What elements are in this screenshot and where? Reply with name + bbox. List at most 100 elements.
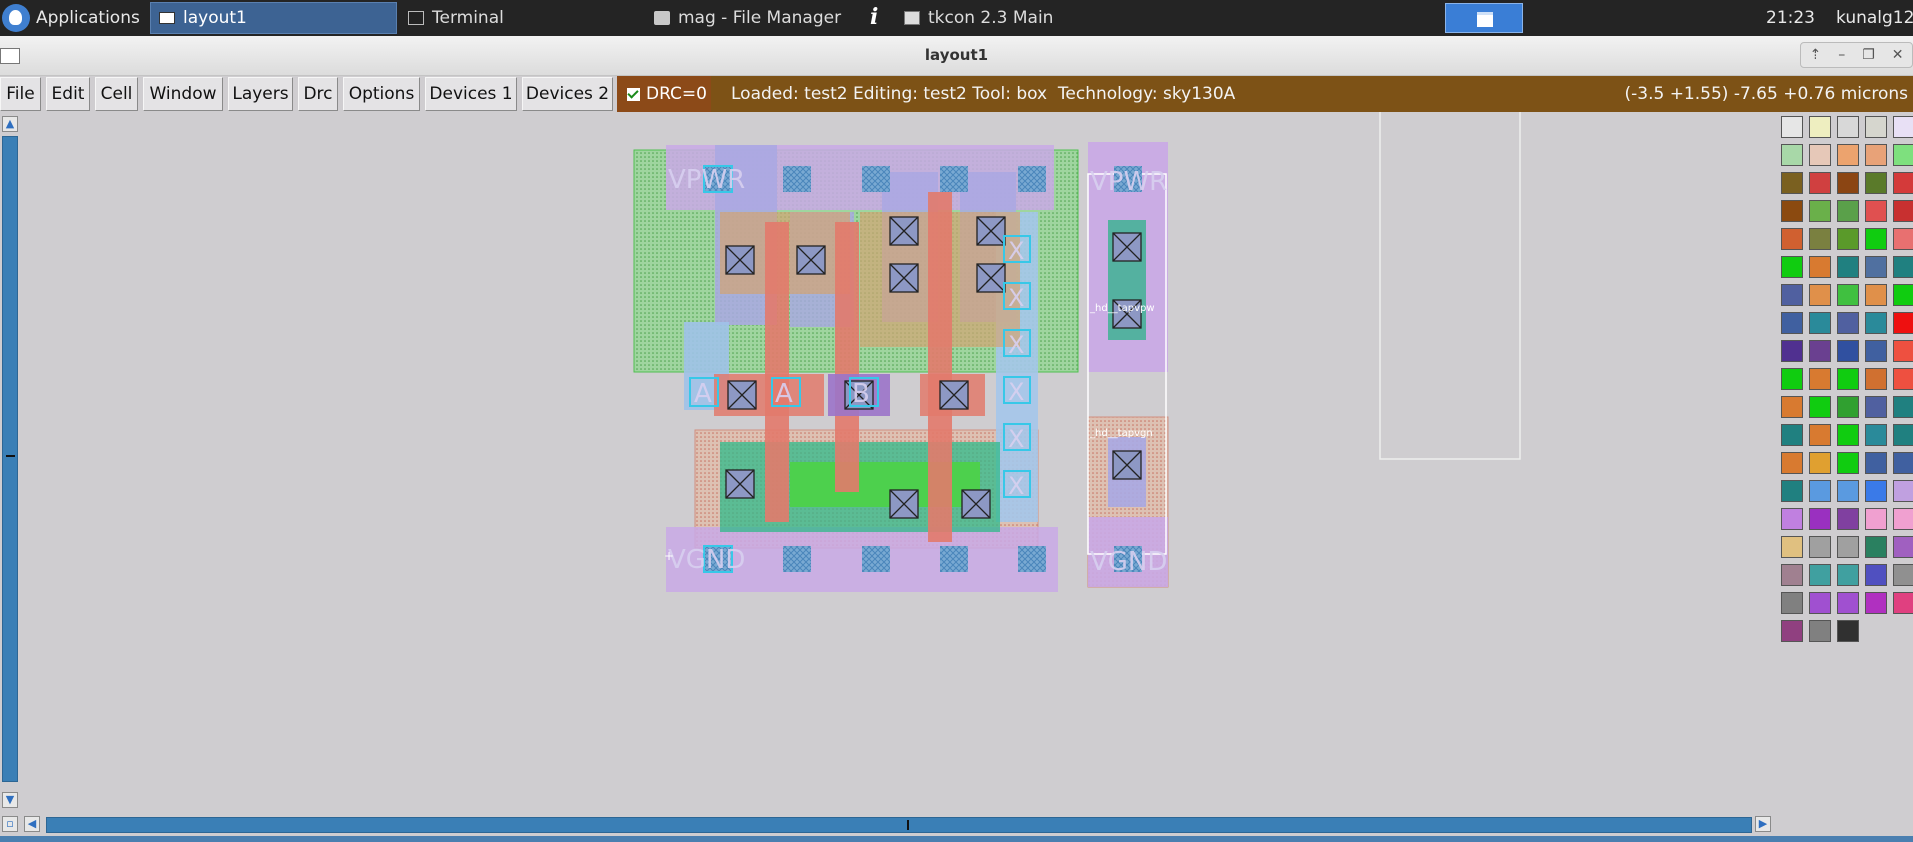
layer-swatch[interactable] [1837,284,1859,306]
via[interactable] [1018,166,1046,192]
contact[interactable] [889,263,919,293]
layer-swatch[interactable] [1781,536,1803,558]
layer-swatch[interactable] [1837,144,1859,166]
task-terminal[interactable]: Terminal [400,2,640,34]
layer-swatch[interactable] [1809,368,1831,390]
layer-swatch[interactable] [1893,396,1913,418]
layer-swatch[interactable] [1809,424,1831,446]
layer-swatch[interactable] [1809,396,1831,418]
layer-swatch[interactable] [1893,480,1913,502]
layer-swatch[interactable] [1865,424,1887,446]
layer-swatch[interactable] [1893,284,1913,306]
layer-swatch[interactable] [1809,564,1831,586]
layer-swatch[interactable] [1865,256,1887,278]
scroll-right-icon[interactable]: ▶ [1755,816,1771,832]
layer-swatch[interactable] [1781,312,1803,334]
via[interactable] [783,166,811,192]
layer-swatch[interactable] [1781,116,1803,138]
shade-icon[interactable]: ⇡ [1809,47,1821,63]
layer-swatch[interactable] [1781,368,1803,390]
menu-edit[interactable]: Edit [46,77,90,111]
layer-swatch[interactable] [1893,368,1913,390]
contact[interactable] [1112,450,1142,480]
menu-file[interactable]: File [0,77,41,111]
menu-drc[interactable]: Drc [298,77,338,111]
layer-swatch[interactable] [1865,172,1887,194]
layer-swatch[interactable] [1809,256,1831,278]
layer-swatch[interactable] [1837,536,1859,558]
layer-swatch[interactable] [1781,144,1803,166]
layer-swatch[interactable] [1893,256,1913,278]
layer-swatch[interactable] [1809,228,1831,250]
layer-swatch[interactable] [1809,536,1831,558]
menu-devices-1[interactable]: Devices 1 [425,77,517,111]
layer-swatch[interactable] [1865,564,1887,586]
zoom-box-icon[interactable]: ▫ [2,816,18,832]
layer-swatch[interactable] [1893,228,1913,250]
layer-swatch[interactable] [1865,284,1887,306]
layer-swatch[interactable] [1837,368,1859,390]
menu-layers[interactable]: Layers [228,77,293,111]
layer-swatch[interactable] [1865,312,1887,334]
via[interactable] [862,546,890,572]
scroll-left-icon[interactable]: ◀ [24,816,40,832]
poly-gate[interactable] [835,222,859,492]
drc-toggle[interactable]: DRC=0 [617,76,711,112]
layer-swatch[interactable] [1809,172,1831,194]
layer-swatch[interactable] [1809,480,1831,502]
layer-swatch[interactable] [1837,508,1859,530]
layer-swatch[interactable] [1837,424,1859,446]
layer-swatch[interactable] [1837,228,1859,250]
via[interactable] [783,546,811,572]
layer-swatch[interactable] [1865,200,1887,222]
user-name[interactable]: kunalg123 [1836,0,1913,36]
layer-swatch[interactable] [1865,452,1887,474]
layer-swatch[interactable] [1781,284,1803,306]
box-tool-outline[interactable] [1379,112,1521,460]
layer-swatch[interactable] [1865,396,1887,418]
poly-gate[interactable] [928,192,952,542]
layer-swatch[interactable] [1865,144,1887,166]
contact[interactable] [725,245,755,275]
workspace-switcher[interactable] [1445,3,1523,33]
layer-swatch[interactable] [1809,508,1831,530]
menu-options[interactable]: Options [343,77,420,111]
layer-swatch[interactable] [1837,452,1859,474]
poly-gate[interactable] [765,222,789,522]
layer-swatch[interactable] [1837,116,1859,138]
horizontal-scroll-thumb[interactable] [46,817,1752,833]
layer-swatch[interactable] [1809,340,1831,362]
layer-swatch[interactable] [1893,564,1913,586]
layer-swatch[interactable] [1809,144,1831,166]
contact[interactable] [976,263,1006,293]
layer-swatch[interactable] [1865,228,1887,250]
layer-swatch[interactable] [1893,200,1913,222]
contact[interactable] [939,380,969,410]
layer-swatch[interactable] [1837,480,1859,502]
layer-swatch[interactable] [1865,592,1887,614]
layout-canvas[interactable]: VPWR VGND VPWR VGND A A B X X X X X X _h… [20,112,1777,812]
layer-swatch[interactable] [1809,200,1831,222]
layer-swatch[interactable] [1809,592,1831,614]
layer-swatch[interactable] [1893,340,1913,362]
contact[interactable] [889,216,919,246]
layer-swatch[interactable] [1781,228,1803,250]
layer-swatch[interactable] [1893,424,1913,446]
layer-swatch[interactable] [1837,172,1859,194]
layer-swatch[interactable] [1781,256,1803,278]
layer-swatch[interactable] [1781,564,1803,586]
via[interactable] [940,166,968,192]
layer-swatch[interactable] [1865,116,1887,138]
contact[interactable] [1112,232,1142,262]
layer-swatch[interactable] [1809,284,1831,306]
layer-swatch[interactable] [1893,508,1913,530]
layout-drawing[interactable]: VPWR VGND VPWR VGND A A B X X X X X X _h… [20,112,1777,812]
layer-swatch[interactable] [1809,312,1831,334]
applications-menu[interactable]: Applications [0,0,146,36]
vertical-scrollbar[interactable]: ▲ ▼ [0,112,20,812]
layer-swatch[interactable] [1781,452,1803,474]
layer-swatch[interactable] [1837,396,1859,418]
layer-swatch[interactable] [1837,312,1859,334]
contact[interactable] [725,469,755,499]
minimize-icon[interactable]: – [1838,47,1845,63]
